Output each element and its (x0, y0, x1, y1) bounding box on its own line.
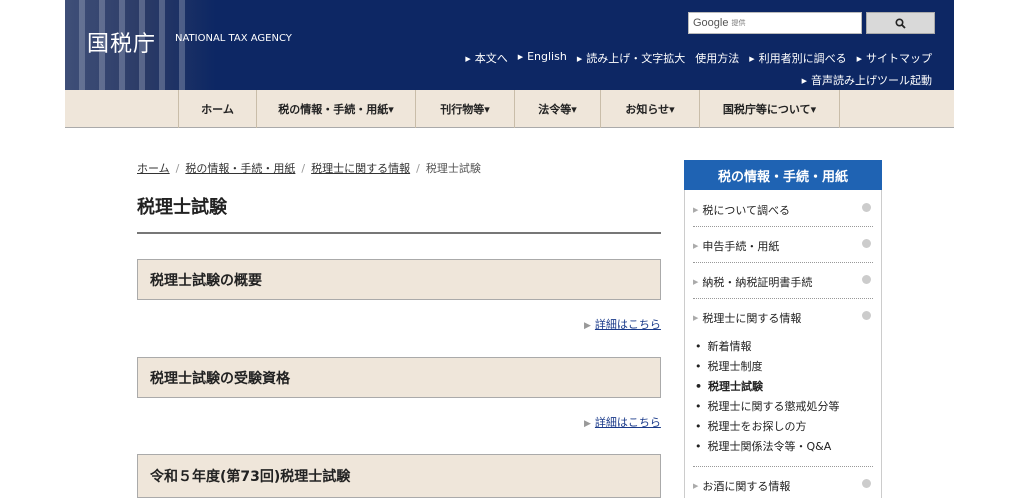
link-usage[interactable]: 使用方法 (695, 50, 739, 66)
search-icon (895, 17, 906, 29)
sidebar-item-label: 申告手続・用紙 (702, 240, 780, 253)
arrow-right-icon: ▶ (693, 242, 699, 250)
nav-tax-info[interactable]: 税の情報・手続・用紙 ▾ (256, 90, 415, 128)
breadcrumb-current: 税理士試験 (425, 162, 481, 175)
sidebar-item-tax-accountant[interactable]: ▶ 税理士に関する情報 (693, 310, 873, 326)
search-button[interactable] (866, 12, 935, 34)
arrow-right-icon: ▶ (693, 482, 699, 490)
nav-about[interactable]: 国税庁等について ▾ (699, 90, 840, 128)
sidebar-item-filing[interactable]: ▶ 申告手続・用紙 (693, 238, 873, 254)
title-divider (137, 232, 661, 234)
arrow-right-icon: ▶ (693, 314, 699, 322)
divider (693, 226, 873, 227)
detail-link-eligibility[interactable]: ▶ 詳細はこちら (584, 414, 661, 430)
detail-link-overview[interactable]: ▶ 詳細はこちら (584, 316, 661, 332)
nav-tax-info-label: 税の情報・手続・用紙 (278, 103, 389, 116)
nav-laws-label: 法令等 (538, 103, 572, 116)
sidebar-subitem-system[interactable]: 税理士制度 (695, 358, 763, 374)
sidebar-subitem-laws-qa[interactable]: 税理士関係法令等・Q&A (695, 438, 832, 454)
nav-news[interactable]: お知らせ ▾ (600, 90, 699, 128)
detail-link-label: 詳細はこちら (594, 318, 661, 331)
caret-down-icon: ▾ (669, 102, 675, 116)
sidebar-item-label: 納税・納税証明書手続 (702, 276, 813, 289)
search-brand-sub: 提供 (731, 20, 746, 27)
arrow-right-icon: ▶ (584, 419, 591, 429)
arrow-right-icon: ▶ (693, 206, 699, 214)
expand-icon (862, 479, 871, 488)
divider (693, 262, 873, 263)
global-nav: ホーム 税の情報・手続・用紙 ▾ 刊行物等 ▾ 法令等 ▾ お知らせ ▾ 国税庁等につい… (65, 90, 954, 128)
link-read-aloud-zoom[interactable]: 読み上げ・文字拡大 (577, 50, 685, 66)
nav-laws[interactable]: 法令等 ▾ (514, 90, 600, 128)
link-sitemap[interactable]: サイトマップ (857, 50, 932, 66)
caret-down-icon: ▾ (388, 102, 394, 116)
utility-links: 本文へ English 読み上げ・文字拡大 使用方法 利用者別に調べる サイトマ… (465, 50, 932, 66)
site-logo-en: NATIONAL TAX AGENCY (175, 33, 292, 44)
sidebar-item-label: お酒に関する情報 (702, 480, 791, 493)
sidebar-item-payment[interactable]: ▶ 納税・納税証明書手続 (693, 274, 873, 290)
detail-link-label: 詳細はこちら (594, 416, 661, 429)
sidebar: ▶ 税について調べる ▶ 申告手続・用紙 ▶ 納税・納税証明書手続 ▶ 税理士に関する情… (684, 190, 882, 498)
expand-icon (862, 203, 871, 212)
sidebar-subitem-find[interactable]: 税理士をお探しの方 (695, 418, 807, 434)
link-main-content[interactable]: 本文へ (465, 50, 508, 66)
search-input[interactable]: Google 提供 (688, 12, 862, 34)
arrow-right-icon: ▶ (584, 321, 591, 331)
sidebar-item-alcohol[interactable]: ▶ お酒に関する情報 (693, 478, 873, 494)
breadcrumb-home[interactable]: ホーム (137, 162, 170, 175)
breadcrumb-tax-info[interactable]: 税の情報・手続・用紙 (185, 162, 295, 175)
nav-publications-label: 刊行物等 (440, 103, 485, 116)
link-english[interactable]: English (518, 50, 567, 66)
sidebar-item-label: 税理士に関する情報 (702, 312, 802, 325)
breadcrumb: ホーム / 税の情報・手続・用紙 / 税理士に関する情報 / 税理士試験 (137, 162, 481, 175)
link-by-user[interactable]: 利用者別に調べる (749, 50, 847, 66)
expand-icon (862, 239, 871, 248)
sidebar-item-label: 税について調べる (702, 204, 791, 217)
page-title: 税理士試験 (137, 197, 227, 218)
link-voice-tool[interactable]: 音声読み上げツール起動 (802, 72, 932, 88)
section-heading-overview: 税理士試験の概要 (137, 259, 661, 300)
nav-news-label: お知らせ (625, 103, 670, 116)
divider (693, 298, 873, 299)
sidebar-item-tax-lookup[interactable]: ▶ 税について調べる (693, 202, 873, 218)
expand-icon (862, 311, 871, 320)
nav-publications[interactable]: 刊行物等 ▾ (415, 90, 514, 128)
sidebar-subitem-discipline[interactable]: 税理士に関する懲戒処分等 (695, 398, 840, 414)
sidebar-subitem-exam[interactable]: 税理士試験 (695, 378, 763, 394)
site-header: 国税庁 NATIONAL TAX AGENCY Google 提供 本文へ En… (65, 0, 954, 90)
caret-down-icon: ▾ (810, 102, 817, 116)
site-logo[interactable]: 国税庁 (87, 26, 156, 58)
section-heading-r5: 令和５年度(第73回)税理士試験 (137, 454, 661, 498)
divider (693, 466, 873, 467)
expand-icon (862, 275, 871, 284)
sidebar-subitem-news[interactable]: 新着情報 (695, 338, 752, 354)
caret-down-icon: ▾ (571, 102, 577, 116)
arrow-right-icon: ▶ (693, 278, 699, 286)
nav-home[interactable]: ホーム (178, 90, 256, 128)
breadcrumb-tax-accountant[interactable]: 税理士に関する情報 (311, 162, 410, 175)
search-brand: Google (693, 17, 729, 29)
sidebar-heading[interactable]: 税の情報・手続・用紙 (684, 160, 882, 190)
nav-about-label: 国税庁等について (722, 103, 811, 116)
caret-down-icon: ▾ (484, 102, 490, 116)
section-heading-eligibility: 税理士試験の受験資格 (137, 357, 661, 398)
nav-home-label: ホーム (201, 103, 234, 116)
